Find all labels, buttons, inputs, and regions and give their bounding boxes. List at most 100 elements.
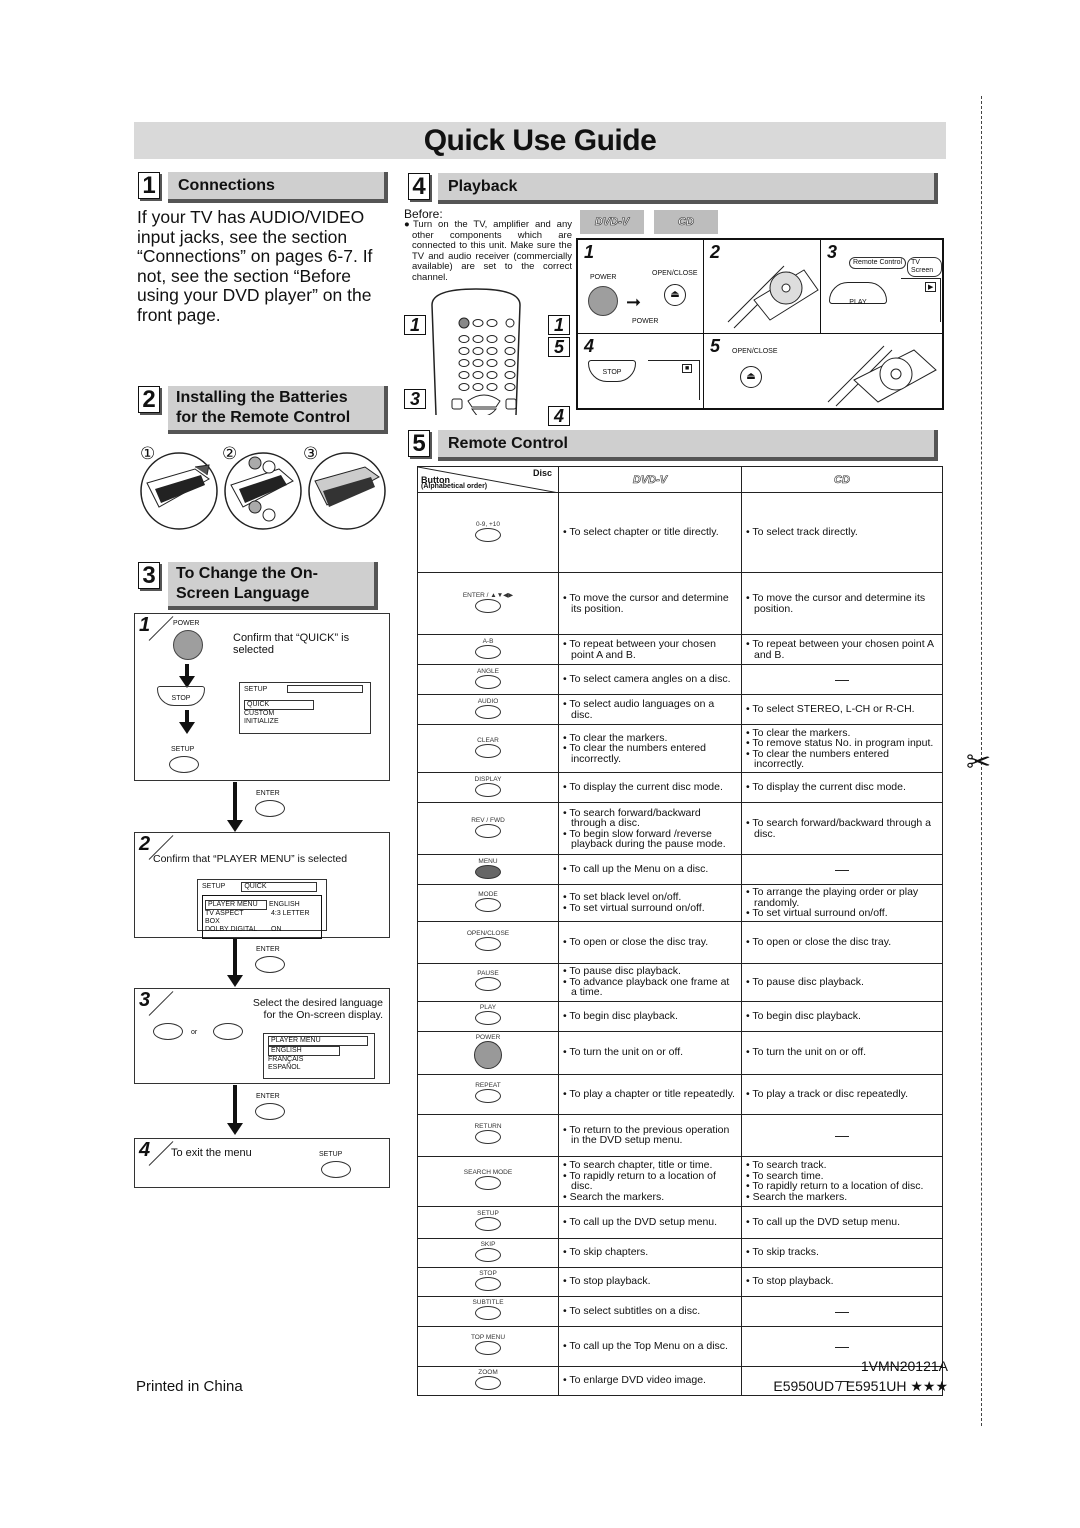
table-row: SUBTITLE • To select subtitles on a disc.… (417, 1295, 943, 1327)
remote-button-cell: SUBTITLE (417, 1295, 559, 1327)
header-order: (Alphabetical order) (421, 483, 488, 490)
button-label: ZOOM (478, 1368, 498, 1376)
cd-description: • To skip tracks. (741, 1237, 943, 1268)
section-title-line2: for the Remote Control (176, 409, 351, 426)
callout-4: 4 (548, 406, 570, 426)
description-item: • To repeat between your chosen point A … (563, 639, 737, 660)
dvd-description: • To move the cursor and determine its p… (558, 572, 742, 635)
play-button[interactable]: PLAY (829, 282, 887, 306)
battery-illustrations (135, 445, 390, 535)
repeat-button-icon (475, 1089, 501, 1103)
battery-step-1 (140, 452, 218, 530)
osd-value: QUICK (241, 882, 318, 892)
table-row: MODE • To set black level on/off. • To set… (417, 884, 943, 922)
table-row: DISPLAY • To display the current disc mod… (417, 772, 943, 803)
battery-step-label: ② (222, 444, 238, 463)
osd-item: ESPAÑOL (268, 1064, 301, 1071)
playback-step-5: 5 OPEN/CLOSE ⏏ (703, 333, 943, 409)
description-item: • To set virtual surround on/off. (563, 903, 737, 914)
description-item: • To skip tracks. (746, 1247, 938, 1258)
description-text: To arrange the playing order or play ran… (752, 886, 919, 909)
setup-button[interactable] (169, 756, 199, 773)
tv-screen-bubble: TV Screen (907, 257, 942, 277)
cd-description: • To display the current disc mode. (741, 772, 943, 803)
power-button[interactable] (173, 630, 203, 660)
dvd-description: • To call up the DVD setup menu. (558, 1205, 742, 1239)
down-arrow-button[interactable] (213, 1023, 243, 1040)
description-item: • To stop playback. (563, 1276, 737, 1287)
setup-button[interactable] (321, 1161, 351, 1178)
dvd-description: • To turn the unit on or off. (558, 1030, 742, 1075)
power-button[interactable] (588, 286, 618, 316)
cd-description: • To open or close the disc tray. (741, 920, 943, 964)
enter-button[interactable] (255, 1103, 285, 1120)
or-label: or (191, 1029, 198, 1036)
dvd-description: • To begin disc playback. (558, 1000, 742, 1032)
step-number: 3 (139, 989, 151, 1011)
description-text: To skip chapters. (569, 1246, 649, 1259)
enter-label: ENTER (256, 946, 280, 953)
description-text: To search forward/backward through a dis… (569, 806, 701, 829)
button-label: MENU (478, 857, 498, 865)
section-batteries-header: 2 Installing the Batteries for the Remot… (138, 386, 388, 434)
osd-item-selected: PLAYER MENU (205, 900, 267, 910)
enter-button[interactable] (255, 800, 285, 817)
description-item: • Search the markers. (563, 1190, 737, 1203)
bullet-icon: • (563, 1190, 570, 1203)
stop-button[interactable]: STOP (157, 686, 205, 706)
description-item: • To display the current disc mode. (746, 782, 938, 793)
eject-button[interactable]: ⏏ (740, 366, 762, 388)
0-9-10-button-icon (475, 527, 501, 542)
description-item: • To begin slow forward /reverse playbac… (563, 828, 737, 850)
play-label: PLAY (849, 299, 867, 306)
dvd-description: • To search forward/backward through a d… (558, 802, 742, 855)
display-button-icon (475, 782, 501, 797)
osd-setup-menu: SETUP QUICK CUSTOM INITIALIZE (239, 682, 371, 734)
power-indicator-label: POWER (632, 318, 659, 325)
remote-control-illustration (428, 285, 524, 418)
button-label: TOP MENU (470, 1334, 506, 1341)
description-item: • To select subtitles on a disc. (563, 1306, 737, 1317)
table-row: ANGLE • To select camera angles on a disc… (417, 664, 943, 695)
description-item: • To move the cursor and determine its p… (746, 593, 938, 614)
button-label: STOP (479, 1269, 497, 1277)
dvd-description: • To select audio languages on a disc. (558, 694, 742, 725)
cd-description: • To call up the DVD setup menu. (741, 1205, 943, 1239)
power-label: POWER (173, 620, 200, 627)
cd-description: • To search track. • To search time. • To … (741, 1155, 943, 1207)
description-text: To stop playback. (569, 1275, 651, 1288)
button-label: RETURN (474, 1123, 502, 1130)
play-button-icon (475, 1011, 501, 1025)
section-number: 2 (138, 386, 160, 413)
description-text: To select track directly. (752, 526, 858, 539)
enter-button[interactable] (255, 956, 285, 973)
description-text: To call up the DVD setup menu. (752, 1215, 901, 1228)
callout-1: 1 (548, 315, 570, 335)
up-arrow-button[interactable] (153, 1023, 183, 1040)
return-button-icon (475, 1130, 501, 1144)
description-text: To move the cursor and determine its pos… (752, 592, 926, 615)
stop-button[interactable]: STOP (588, 360, 636, 382)
description-item: • To call up the Menu on a disc. (563, 864, 737, 875)
power-button-icon (474, 1040, 502, 1069)
battery-step-2 (224, 452, 302, 530)
description-item: • To call up the DVD setup menu. (563, 1217, 737, 1228)
description-text: To select audio languages on a disc. (569, 698, 715, 721)
remote-button-cell: PLAY (417, 1000, 559, 1032)
playback-step-2: 2 (703, 239, 821, 334)
button-label: POWER (475, 1033, 501, 1041)
osd-title: SETUP (244, 685, 268, 693)
before-text: Turn on the TV, amplifier and any other … (412, 219, 572, 283)
cd-description: • To play a track or disc repeatedly. (741, 1073, 943, 1115)
description-text: To clear the numbers entered incorrectly… (569, 742, 706, 765)
eject-button[interactable]: ⏏ (664, 284, 686, 306)
remote-button-cell: ZOOM (417, 1365, 559, 1396)
description-item: • To pause disc playback. (746, 977, 938, 988)
description-text: To stop playback. (752, 1275, 834, 1288)
remote-button-cell: ANGLE (417, 664, 559, 695)
description-item: • To select chapter or title directly. (563, 527, 737, 538)
description-item: • To stop playback. (746, 1276, 938, 1287)
cd-description: • To pause disc playback. (741, 962, 943, 1002)
battery-step-3 (308, 452, 386, 530)
osd-item: TV ASPECT (205, 910, 244, 917)
